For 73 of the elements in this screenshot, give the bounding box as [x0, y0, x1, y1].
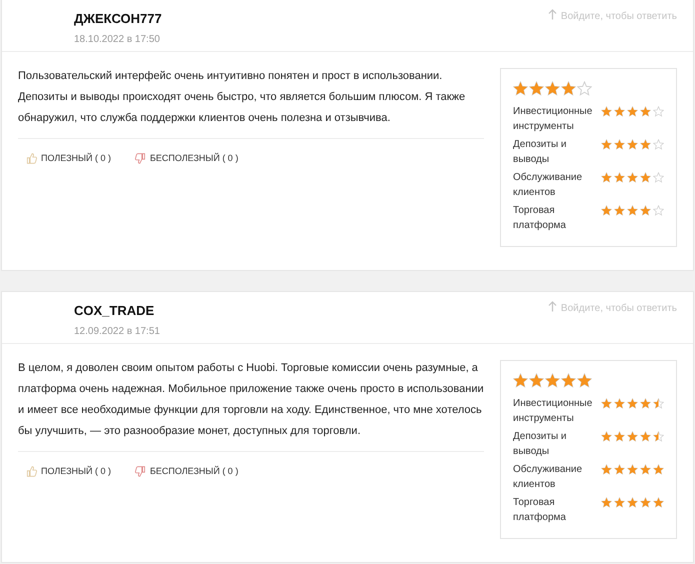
helpful-button[interactable]: ПОЛЕЗНЫЙ ( 0 ) [26, 465, 111, 478]
star-icon [529, 373, 544, 388]
star-icon [627, 497, 638, 508]
unhelpful-button[interactable]: БЕСПОЛЕЗНЫЙ ( 0 ) [134, 465, 238, 478]
star-icon [627, 431, 638, 442]
star-icon [640, 431, 651, 442]
empty-star-icon [653, 205, 664, 216]
star-icon [601, 205, 612, 216]
half-star-icon [653, 398, 664, 409]
rating-label: Обслуживание клиентов [513, 463, 584, 492]
unhelpful-button[interactable]: БЕСПОЛЕЗНЫЙ ( 0 ) [134, 152, 238, 166]
star-icon [513, 81, 528, 96]
star-icon [640, 497, 651, 508]
star-icon [614, 106, 625, 117]
star-icon [545, 81, 560, 96]
star-icon [614, 464, 625, 475]
thumbs-down-icon [134, 466, 146, 478]
star-icon [601, 497, 612, 508]
rating-label: Торговая платформа [513, 496, 567, 525]
star-icon [614, 398, 625, 409]
thumbs-down-icon [134, 153, 146, 164]
star-icon [601, 172, 612, 183]
star-icon [601, 398, 612, 409]
empty-star-icon [653, 172, 664, 183]
star-icon [577, 373, 592, 388]
star-icon [561, 81, 576, 96]
star-icon [627, 464, 638, 475]
rating-label: Инвестиционные инструменты [513, 397, 594, 426]
author-name: COX_TRADE [74, 302, 156, 320]
review-text: В целом, я доволен своим опытом работы с Huobi. Торговые комиссии очень разумные, а платформа очень надежная. Мобильное приложение также очень просто в использовании и имеет все необходимые функции для торговли на ходу. Единственное, что мне хотелось бы улучшить, — это разнообразие монет, доступных для торговли. [18, 358, 484, 452]
rating-label: Обслуживание клиентов [513, 171, 584, 200]
star-icon [627, 398, 638, 409]
thumbs-up-icon [26, 153, 37, 164]
helpful-button[interactable]: ПОЛЕЗНЫЙ ( 0 ) [26, 152, 111, 166]
review-text: Пользовательский интерфейс очень интуитивно понятен и прост в использовании. Депозиты и выводы происходят очень быстро, что является большим плюсом. Я также обнаружил, что служба поддержки клиентов очень полезна и отзывчива. [18, 66, 484, 139]
star-icon [627, 106, 638, 117]
star-icon [614, 205, 625, 216]
rating-label: Депозиты и выводы [513, 430, 568, 459]
star-icon [601, 139, 612, 150]
review-date: 12.09.2022 в 17:51 [74, 324, 160, 338]
star-icon [627, 205, 638, 216]
star-icon [601, 431, 612, 442]
up-arrow-icon [548, 9, 557, 20]
star-icon [653, 497, 664, 508]
star-icon [640, 205, 651, 216]
star-icon [640, 464, 651, 475]
empty-star-icon [653, 139, 664, 150]
star-icon [601, 106, 612, 117]
thumbs-up-icon [26, 466, 37, 478]
star-icon [627, 172, 638, 183]
star-icon [640, 172, 651, 183]
star-icon [614, 172, 625, 183]
star-icon [529, 81, 544, 96]
star-icon [653, 464, 664, 475]
up-arrow-icon [548, 301, 557, 312]
star-icon [513, 373, 528, 388]
rating-label: Инвестиционные инструменты [513, 105, 594, 134]
half-star-icon [653, 431, 664, 442]
review-date: 18.10.2022 в 17:50 [74, 32, 161, 46]
star-icon [614, 431, 625, 442]
rating-label: Депозиты и выводы [513, 138, 568, 167]
star-icon [561, 373, 576, 388]
empty-star-icon [653, 106, 664, 117]
star-icon [614, 497, 625, 508]
star-icon [545, 373, 560, 388]
star-icon [627, 139, 638, 150]
star-icon [614, 139, 625, 150]
star-icon [640, 139, 651, 150]
star-icon [601, 464, 612, 475]
star-icon [640, 398, 651, 409]
rating-label: Торговая платформа [513, 204, 567, 233]
author-name: ДЖЕКСОН777 [74, 10, 162, 28]
star-icon [640, 106, 651, 117]
